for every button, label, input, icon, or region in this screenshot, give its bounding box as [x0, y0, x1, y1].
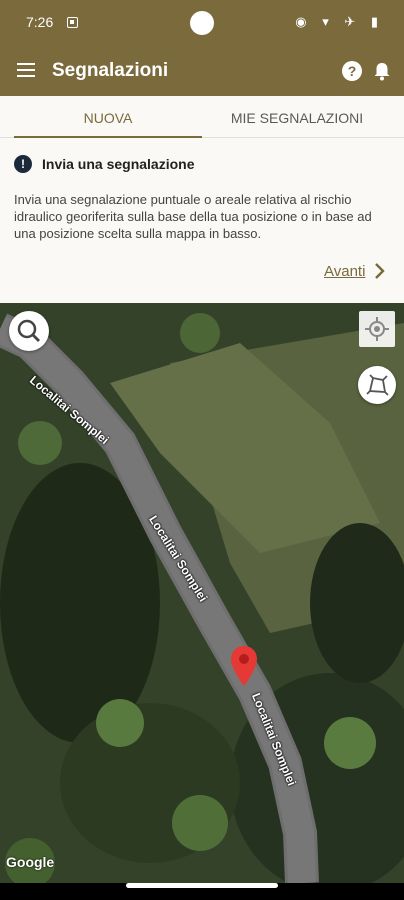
next-link[interactable]: Avanti	[324, 263, 365, 280]
status-icons: ◉ ▾ ✈ ▮	[295, 14, 384, 29]
help-icon[interactable]: ?	[342, 61, 362, 81]
info-icon: !	[14, 155, 32, 173]
tab-mie-segnalazioni[interactable]: MIE SEGNALAZIONI	[202, 96, 392, 138]
location-marker-icon[interactable]	[230, 646, 258, 691]
map-attribution: Google	[6, 854, 55, 870]
chevron-right-icon[interactable]	[373, 262, 387, 285]
crosshair-icon	[365, 317, 389, 341]
info-title: Invia una segnalazione	[42, 156, 195, 172]
status-bar: 7:26 ◉ ▾ ✈ ▮	[0, 0, 404, 46]
bell-icon[interactable]	[372, 61, 392, 86]
polygon-icon	[366, 374, 389, 396]
map-view[interactable]: Localitai Somplei Localitai Somplei Loca…	[0, 303, 404, 883]
home-indicator[interactable]	[126, 883, 278, 888]
notification-icon	[67, 17, 78, 28]
info-description: Invia una segnalazione puntuale o areale…	[14, 192, 372, 241]
app-bar: Segnalazioni ?	[0, 46, 404, 96]
my-location-button[interactable]	[359, 311, 395, 347]
search-icon	[17, 319, 40, 342]
menu-icon[interactable]	[17, 63, 35, 77]
status-time: 7:26	[26, 14, 54, 30]
navigation-bar	[0, 883, 404, 900]
camera-cutout	[190, 11, 214, 35]
tab-bar: NUOVA MIE SEGNALAZIONI	[0, 96, 404, 138]
search-button[interactable]	[9, 311, 49, 351]
page-title: Segnalazioni	[52, 60, 169, 81]
draw-area-button[interactable]	[358, 366, 396, 404]
report-panel: NUOVA MIE SEGNALAZIONI ! Invia una segna…	[0, 96, 404, 303]
tab-nuova[interactable]: NUOVA	[14, 96, 202, 138]
